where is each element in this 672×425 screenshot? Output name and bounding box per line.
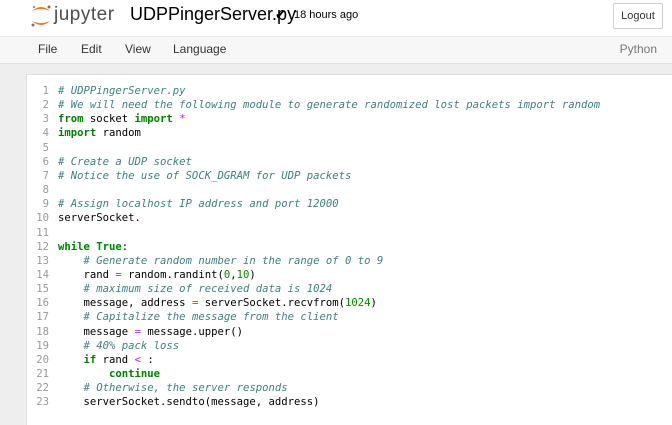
code-token: # 40% pack loss (83, 339, 180, 352)
line-number: 1 (42, 85, 49, 97)
menu-edit[interactable]: Edit (81, 42, 102, 56)
code-token: # maximum size of received data is 1024 (83, 283, 333, 296)
code-token: # Otherwise, the server responds (83, 382, 288, 395)
code-token: import (58, 127, 97, 140)
code-text: serverSocket. (58, 211, 141, 225)
code-text: # We will need the following module to g… (58, 98, 600, 112)
code-token: if (83, 353, 97, 366)
line-number: 11 (36, 226, 49, 239)
code-text: rand = random.randint(0,10) (58, 268, 256, 282)
line-number: 17 (36, 311, 49, 324)
code-text: if rand < : (58, 353, 154, 367)
code-token: : (140, 353, 154, 366)
code-token: socket (83, 113, 135, 126)
code-text: # Generate random number in the range of… (58, 254, 384, 268)
line-number: 3 (42, 113, 49, 126)
line-number: 15 (36, 283, 49, 296)
code-token: random (96, 127, 141, 140)
code-text: # UDPPingerServer.py (58, 84, 186, 98)
code-text: while True: (58, 240, 128, 254)
code-token: True (96, 240, 122, 253)
code-token: ) (370, 297, 377, 310)
line-number: 14 (36, 268, 49, 281)
menu-bar: File Edit View Language Python (0, 36, 672, 64)
line-number: 4 (42, 127, 49, 140)
code-token: # We will need the following module to g… (58, 99, 601, 112)
last-saved: 18 hours ago (294, 9, 359, 21)
line-number: 6 (42, 155, 49, 168)
code-token: # Capitalize the message from the client (83, 311, 339, 324)
line-number: 18 (36, 325, 49, 338)
jupyter-brand[interactable]: jupyter (54, 4, 115, 26)
jupyter-logo-icon[interactable] (30, 4, 52, 28)
code-editor[interactable]: 1 # UDPPingerServer.py 2 # We will need the… (26, 74, 672, 425)
code-token: * (179, 113, 186, 126)
code-token: while (58, 240, 90, 253)
code-text: # Notice the use of SOCK_DGRAM for UDP p… (58, 169, 351, 183)
file-name[interactable]: UDPPingerServer.py (130, 4, 296, 25)
code-text: # Assign localhost IP address and port 1… (58, 197, 339, 211)
kernel-name: Python (619, 42, 657, 56)
code-token: random.randint( (121, 268, 224, 281)
code-token: from (58, 113, 84, 126)
code-text: message, address = serverSocket.recvfrom… (58, 296, 377, 310)
code-text: import random (58, 126, 141, 140)
line-number: 7 (42, 169, 49, 182)
line-number: 22 (36, 382, 49, 395)
code-token: # Create a UDP socket (58, 155, 192, 168)
code-token: rand (58, 268, 116, 281)
code-token: message, address (58, 297, 192, 310)
code-token: serverSocket.recvfrom( (198, 297, 346, 310)
menu-view[interactable]: View (125, 42, 151, 56)
line-number: 9 (42, 198, 49, 211)
line-number: 20 (36, 353, 49, 366)
code-token: 10 (236, 268, 250, 281)
code-token: # UDPPingerServer.py (58, 85, 186, 97)
code-text: message = message.upper() (58, 325, 244, 339)
code-token: ) (249, 268, 256, 281)
code-token: message (58, 325, 135, 338)
code-text: # Create a UDP socket (58, 155, 192, 169)
code-text: # Otherwise, the server responds (58, 381, 288, 395)
line-number: 21 (36, 368, 49, 380)
line-number: 13 (36, 254, 49, 267)
line-number: 16 (36, 297, 49, 310)
code-token: import (134, 113, 173, 126)
line-number: 5 (42, 141, 49, 154)
menu-language[interactable]: Language (173, 42, 226, 56)
line-number: 19 (36, 339, 49, 352)
code-text: # 40% pack loss (58, 339, 180, 353)
code-token: serverSocket.sendto(message, address) (58, 396, 320, 409)
code-text: # maximum size of received data is 1024 (58, 282, 333, 296)
line-number: 12 (36, 240, 49, 253)
notebook-header: jupyter UDPPingerServer.py ✔ 18 hours ag… (0, 0, 672, 36)
menu-file[interactable]: File (38, 42, 57, 56)
code-token: 1024 (345, 297, 371, 310)
code-token: # Notice the use of SOCK_DGRAM for UDP p… (58, 169, 352, 182)
line-number: 10 (36, 212, 49, 225)
line-number: 8 (42, 184, 49, 197)
code-text: serverSocket.sendto(message, address) (58, 395, 320, 409)
code-token: : (121, 240, 129, 253)
code-token: # Assign localhost IP address and port 1… (58, 198, 339, 211)
line-number: 2 (42, 99, 49, 112)
code-text: # Capitalize the message from the client (58, 310, 339, 324)
code-text: from socket import * (58, 112, 186, 126)
line-number: 23 (36, 396, 49, 409)
code-token: # Generate random number in the range of… (83, 254, 384, 267)
code-token: rand (96, 353, 135, 366)
code-token: message.upper() (140, 325, 243, 338)
logout-button[interactable]: Logout (613, 3, 663, 29)
code-text: continue (58, 367, 160, 381)
saved-check-icon: ✔ (275, 7, 286, 22)
code-token: serverSocket. (58, 212, 141, 225)
code-token: continue (109, 368, 161, 380)
